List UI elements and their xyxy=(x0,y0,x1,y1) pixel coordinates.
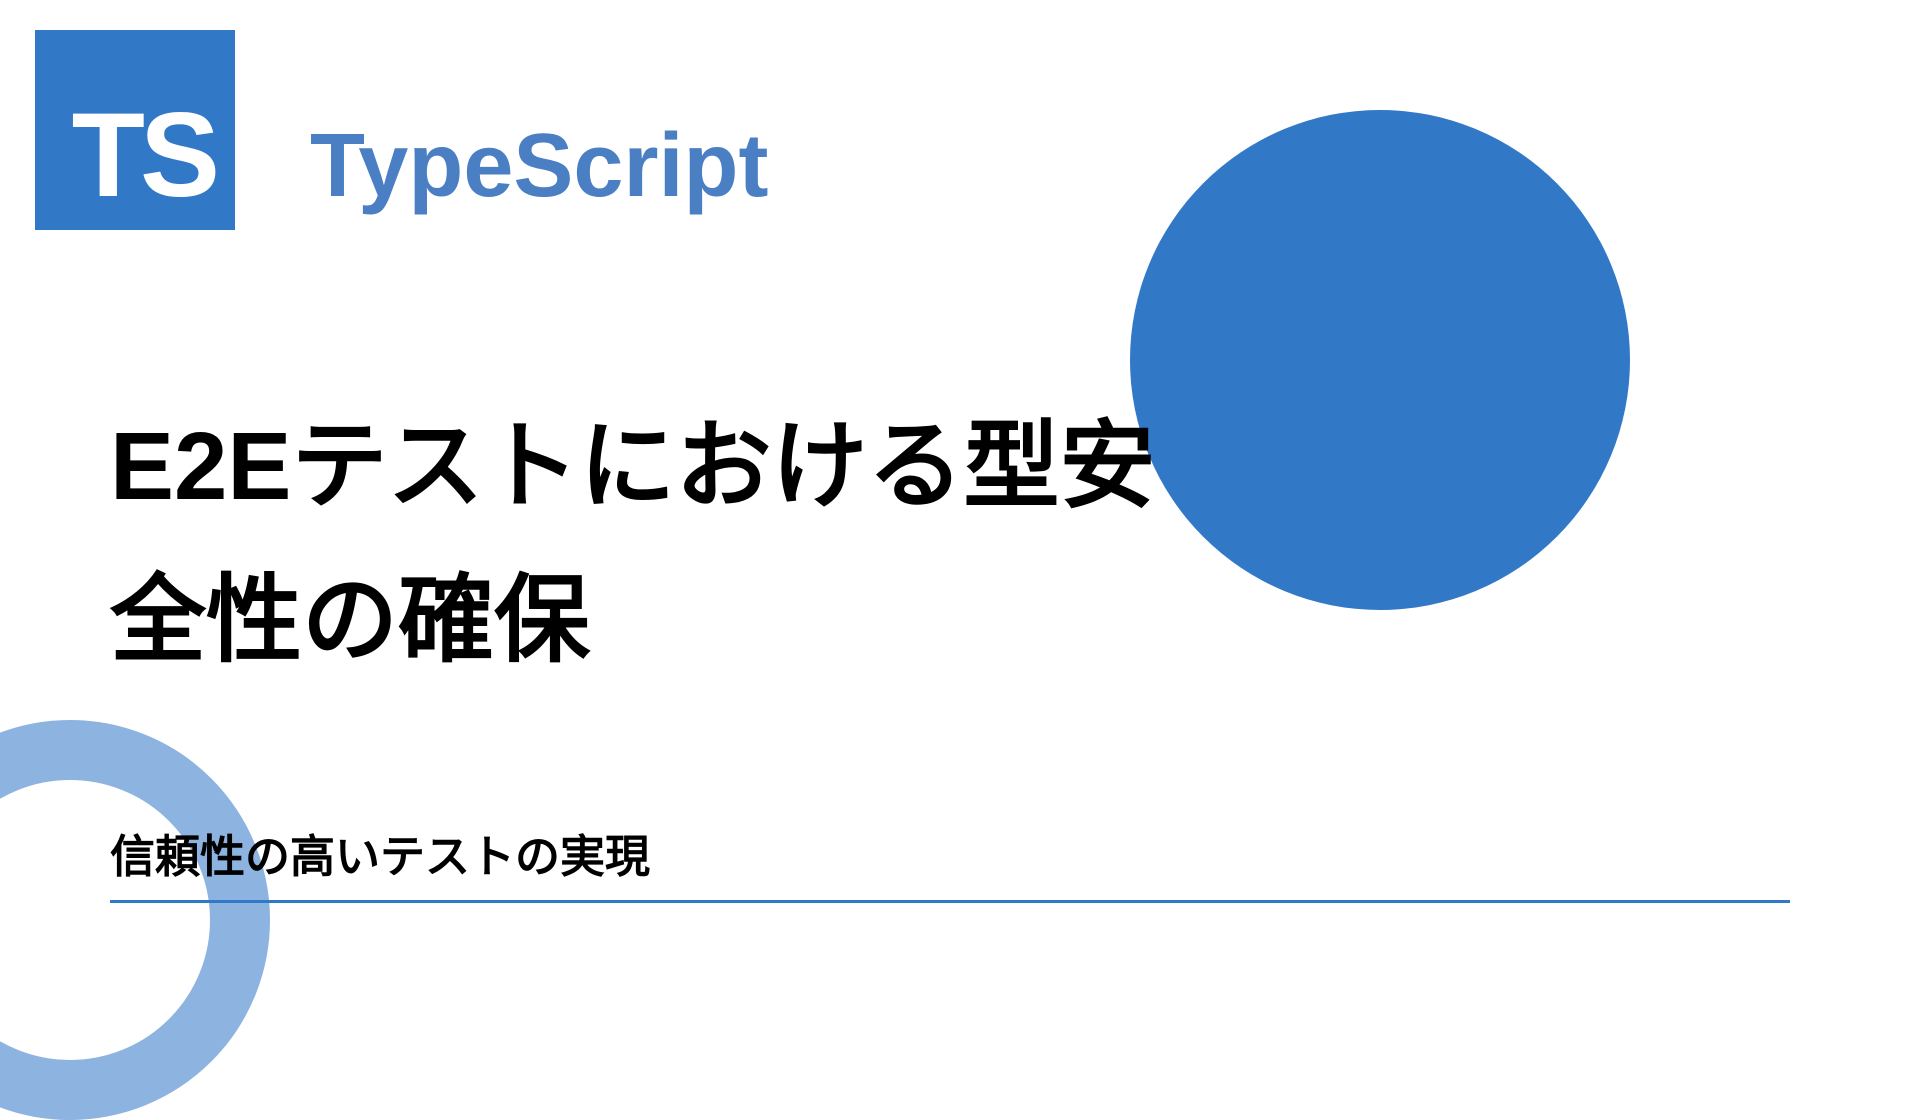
typescript-logo: TS xyxy=(35,30,235,230)
typescript-logo-text: TS xyxy=(72,95,215,215)
page-subtitle: 信頼性の高いテストの実現 xyxy=(110,820,650,885)
divider-line xyxy=(110,900,1790,903)
brand-name: TypeScript xyxy=(310,115,768,218)
page-title: E2Eテストにおける型安全性の確保 xyxy=(110,390,1170,697)
decorative-circle-outline xyxy=(0,720,270,1120)
decorative-circle-filled xyxy=(1130,110,1630,610)
